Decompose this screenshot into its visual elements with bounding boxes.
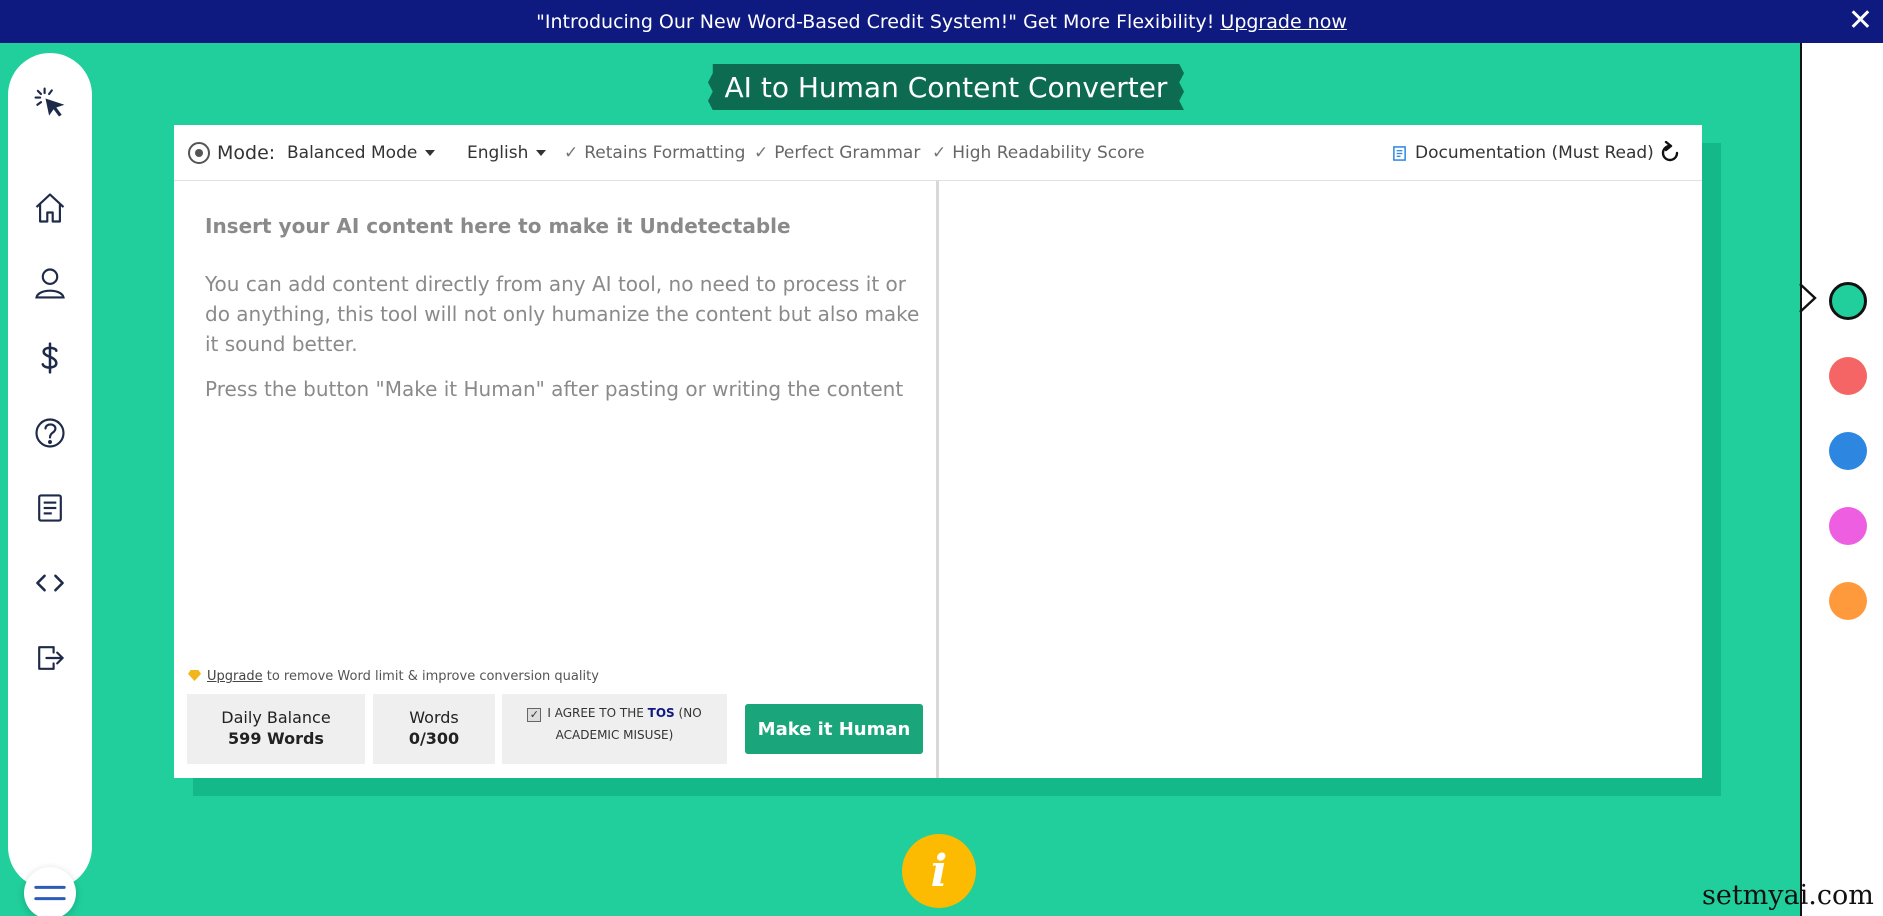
color-panel xyxy=(1800,43,1883,916)
watermark: setmyai.com xyxy=(1702,880,1874,911)
menu-icon[interactable] xyxy=(24,867,76,916)
feature-high-readability: ✓ High Readability Score xyxy=(932,143,1145,163)
info-icon[interactable]: i xyxy=(902,834,976,908)
color-swatch-green[interactable] xyxy=(1829,282,1867,320)
placeholder-paragraph: You can add content directly from any AI… xyxy=(205,272,920,356)
gem-icon xyxy=(188,670,201,681)
mode-label: Mode: xyxy=(217,142,276,164)
cursor-click-logo-icon[interactable] xyxy=(30,83,70,123)
words-box: Words 0/300 xyxy=(373,694,495,764)
daily-balance-label: Daily Balance xyxy=(221,708,331,727)
check-icon: ✓ xyxy=(564,143,579,163)
color-swatch-orange[interactable] xyxy=(1829,582,1867,620)
caret-down-icon xyxy=(425,150,436,156)
page-title: AI to Human Content Converter xyxy=(708,64,1184,110)
dollar-icon[interactable] xyxy=(30,338,70,378)
sidebar xyxy=(8,53,92,916)
mode-radio-icon xyxy=(188,142,210,164)
home-icon[interactable] xyxy=(30,188,70,228)
placeholder-title: Insert your AI content here to make it U… xyxy=(205,214,791,238)
check-icon: ✓ xyxy=(754,143,769,163)
check-icon: ✓ xyxy=(932,143,947,163)
tos-checkbox[interactable]: ✓ xyxy=(527,708,542,722)
language-value: English xyxy=(467,143,529,163)
upgrade-link[interactable]: Upgrade xyxy=(207,669,263,684)
logout-icon[interactable] xyxy=(30,638,70,678)
doc-icon xyxy=(1393,145,1406,161)
language-dropdown[interactable]: English xyxy=(467,125,547,181)
announcement-banner: "Introducing Our New Word-Based Credit S… xyxy=(0,0,1883,43)
color-swatch-blue[interactable] xyxy=(1829,432,1867,470)
close-icon[interactable]: ✕ xyxy=(1848,2,1873,40)
daily-balance-value: 599 Words xyxy=(228,729,324,748)
feature-retains-formatting: ✓ Retains Formatting xyxy=(564,143,746,163)
color-swatch-pink[interactable] xyxy=(1829,507,1867,545)
reset-icon[interactable] xyxy=(1658,125,1682,181)
make-it-human-button[interactable]: Make it Human xyxy=(745,704,923,754)
mode-dropdown[interactable]: Balanced Mode xyxy=(287,125,436,181)
chevron-right-icon[interactable] xyxy=(1797,282,1819,314)
tos-link[interactable]: TOS xyxy=(648,706,675,720)
banner-text: "Introducing Our New Word-Based Credit S… xyxy=(536,10,1215,33)
converter-card: Mode: Balanced Mode English ✓ Retains For… xyxy=(174,125,1702,778)
daily-balance-box: Daily Balance 599 Words xyxy=(187,694,365,764)
color-swatch-red[interactable] xyxy=(1829,357,1867,395)
upgrade-note: Upgrade to remove Word limit & improve c… xyxy=(188,669,599,684)
code-icon[interactable] xyxy=(30,563,70,603)
input-editor[interactable]: Insert your AI content here to make it U… xyxy=(174,181,936,661)
words-label: Words xyxy=(409,708,459,727)
caret-down-icon xyxy=(536,150,547,156)
document-icon[interactable] xyxy=(30,488,70,528)
output-panel xyxy=(939,181,1702,778)
feature-perfect-grammar: ✓ Perfect Grammar xyxy=(754,143,921,163)
toolbar: Mode: Balanced Mode English ✓ Retains For… xyxy=(174,125,1702,181)
documentation-link[interactable]: Documentation (Must Read) xyxy=(1392,125,1654,181)
tos-agreement: ✓ I AGREE TO THE TOS (NO ACADEMIC MISUSE) xyxy=(502,694,727,764)
placeholder-instruction: Press the button "Make it Human" after p… xyxy=(205,377,904,401)
help-icon[interactable] xyxy=(30,413,70,453)
words-count: 0/300 xyxy=(408,729,460,748)
upgrade-now-link[interactable]: Upgrade now xyxy=(1220,11,1346,33)
user-icon[interactable] xyxy=(30,263,70,303)
mode-value: Balanced Mode xyxy=(287,143,418,163)
